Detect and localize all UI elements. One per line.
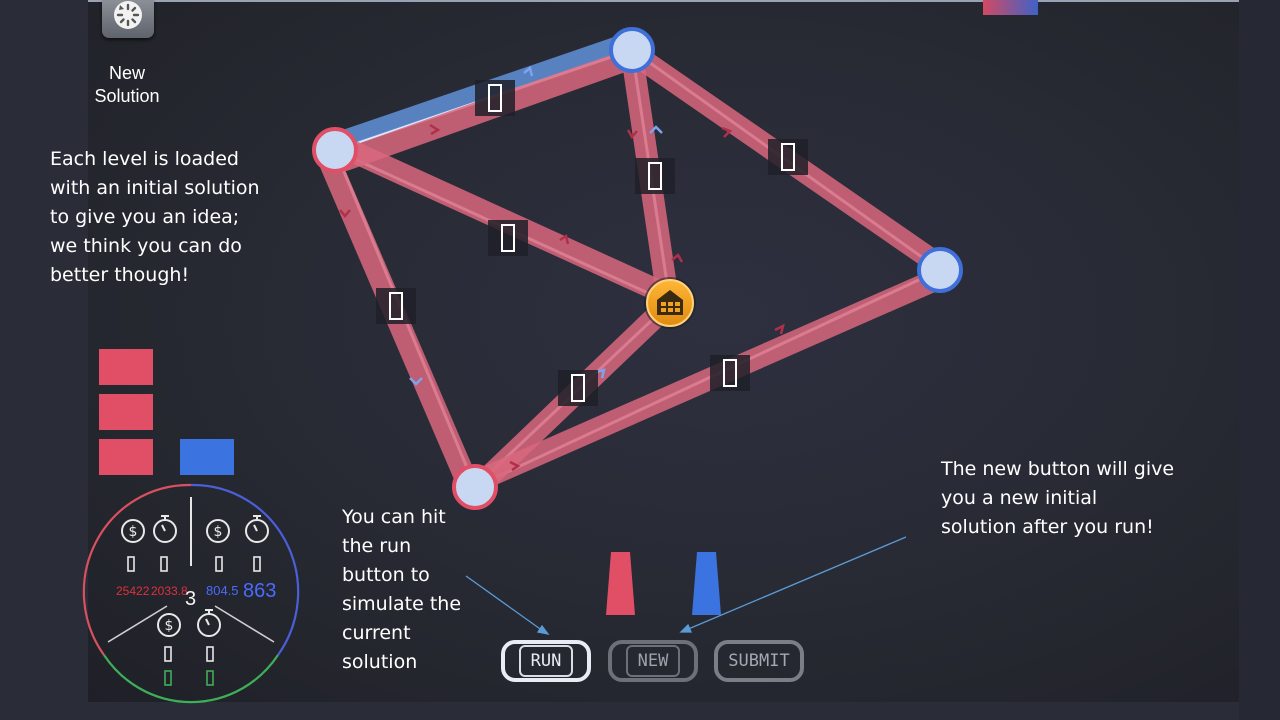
stopwatch-icon [197, 609, 221, 637]
submit-button-label: SUBMIT [728, 651, 790, 671]
stopwatch-icon [153, 515, 177, 543]
dial-icons: $ $ $ [121, 515, 269, 637]
caption-arrows [465, 536, 907, 635]
new-caption: The new button will give you a new initi… [941, 458, 1175, 538]
dollar-icon: $ [157, 613, 181, 637]
blue-time-value: 863 [243, 580, 277, 602]
blue-cost-value: 804.5 [206, 583, 239, 598]
center-value: 3 [185, 588, 197, 610]
run-caption: You can hit the run button to simulate t… [342, 506, 462, 673]
new-button[interactable]: NEW [608, 640, 698, 682]
blue-team-indicator [692, 552, 721, 615]
svg-text:$: $ [165, 618, 174, 634]
new-button-label: NEW [625, 645, 681, 677]
blue-team-bar [180, 439, 234, 475]
stopwatch-icon [245, 515, 269, 543]
submit-button[interactable]: SUBMIT [714, 640, 804, 682]
red-team-bar [99, 439, 153, 475]
run-button[interactable]: RUN [501, 640, 591, 682]
red-team-bar [99, 394, 153, 430]
route-network: $ $ $ [82, 27, 963, 704]
svg-text:$: $ [129, 524, 138, 540]
warehouse-icon [644, 277, 696, 329]
red-team-bar [99, 349, 153, 385]
dollar-icon: $ [206, 519, 230, 543]
red-team-indicator [606, 552, 635, 615]
red-time-value: 2033.8 [151, 584, 188, 598]
run-button-label: RUN [518, 645, 574, 677]
dollar-icon: $ [121, 519, 145, 543]
red-cost-value: 25422 [116, 584, 150, 598]
svg-text:$: $ [214, 524, 223, 540]
intro-caption: Each level is loaded with an initial sol… [50, 148, 260, 286]
